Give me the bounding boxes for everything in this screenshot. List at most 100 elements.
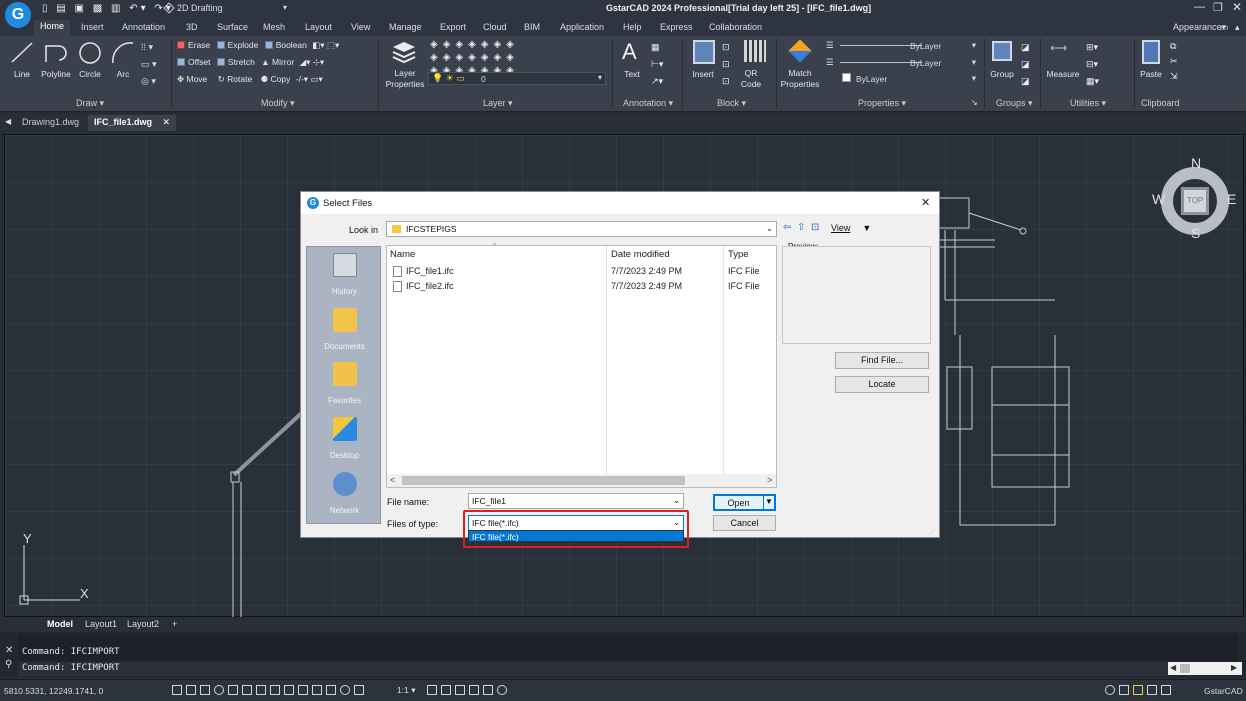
groups-panel-title[interactable]: Groups ▾ xyxy=(996,98,1033,109)
doc-tab-drawing1[interactable]: Drawing1.dwg xyxy=(22,117,79,127)
scroll-left-icon[interactable]: ◀ xyxy=(1170,663,1176,672)
column-date[interactable]: Date modified xyxy=(611,249,670,260)
annotation-panel-title[interactable]: Annotation ▾ xyxy=(623,98,673,109)
zoom-icon[interactable] xyxy=(340,684,350,695)
close-button[interactable]: ✕ xyxy=(1232,0,1242,14)
tab-insert[interactable]: Insert xyxy=(81,22,104,32)
status-tools[interactable] xyxy=(425,684,509,695)
tab-help[interactable]: Help xyxy=(623,22,642,32)
modify-panel-title[interactable]: Modify ▾ xyxy=(261,98,295,109)
annotation-tool-icons[interactable]: ▦ ⊢▾ ↗▾ xyxy=(651,39,663,90)
doc-tab-ifc-file1[interactable]: IFC_file1.dwg ✕ xyxy=(88,115,177,131)
layer-panel-title[interactable]: Layer ▾ xyxy=(483,98,513,109)
rotate-button[interactable]: ↻ Rotate xyxy=(218,74,253,84)
modify-extra-2[interactable]: ◢▾ ⊹▾ xyxy=(300,57,325,67)
hardware-accel-icon[interactable] xyxy=(469,684,479,695)
text-button[interactable]: Text xyxy=(618,69,646,79)
open-dropdown-icon[interactable]: ▼ xyxy=(763,495,774,509)
layout-tab-layout2[interactable]: Layout2 xyxy=(127,619,159,629)
close-tab-icon[interactable]: ✕ xyxy=(163,117,171,127)
look-in-select[interactable]: IFCSTEPIGS ⌄ xyxy=(386,221,777,237)
group-tool-icons[interactable]: ◪ ◪ ◪ xyxy=(1021,39,1030,90)
match-properties-button[interactable]: Match Properties xyxy=(778,68,822,90)
lightbulb-icon[interactable] xyxy=(1133,684,1143,695)
modify-extra-1[interactable]: ◧▾ ⬚▾ xyxy=(312,40,339,50)
utility-tool-icons[interactable]: ⊞▾ ⊟▾ ▦▾ xyxy=(1086,39,1099,90)
workspace-dropdown-icon[interactable]: ▾ xyxy=(283,3,287,12)
measure-button[interactable]: Measure xyxy=(1044,69,1082,79)
dyn-icon[interactable] xyxy=(270,684,280,695)
tab-cloud[interactable]: Cloud xyxy=(483,22,507,32)
tab-bim[interactable]: BIM xyxy=(524,22,540,32)
tab-mesh[interactable]: Mesh xyxy=(263,22,285,32)
place-desktop[interactable]: Desktop xyxy=(307,417,382,460)
fullscreen-icon[interactable] xyxy=(1161,684,1171,695)
hscroll-thumb[interactable] xyxy=(402,476,685,485)
insert-button[interactable]: Insert xyxy=(688,69,718,79)
properties-expand-icon[interactable]: ↘ xyxy=(971,98,978,107)
add-layout-button[interactable]: + xyxy=(172,619,177,629)
explode-button[interactable]: Explode xyxy=(216,40,258,50)
lineweight-select[interactable]: ByLayer ▾ xyxy=(826,73,978,85)
ducs-icon[interactable] xyxy=(256,684,266,695)
tab-layout[interactable]: Layout xyxy=(305,22,332,32)
lock-icon[interactable] xyxy=(441,684,451,695)
help-icon[interactable]: ▴ xyxy=(1235,22,1240,33)
erase-button[interactable]: Erase xyxy=(177,40,210,50)
command-input[interactable]: Command: IFCIMPORT xyxy=(18,662,1168,676)
workspace-switch-icon[interactable] xyxy=(427,684,437,695)
tray-icons[interactable] xyxy=(1103,684,1173,695)
modify-extra-3[interactable]: -/-▾ ▭▾ xyxy=(296,74,323,84)
viewport-icon[interactable] xyxy=(354,684,364,695)
tab-collaboration[interactable]: Collaboration xyxy=(709,22,762,32)
mirror-button[interactable]: ▲ Mirror xyxy=(261,57,294,67)
dialog-close-button[interactable]: ✕ xyxy=(921,196,930,209)
stretch-button[interactable]: Stretch xyxy=(216,57,255,67)
tab-express[interactable]: Express xyxy=(660,22,693,32)
draw-more-icons[interactable]: ⁞⁞ ▾ ▭ ▾ ◎ ▾ xyxy=(141,39,157,90)
tab-application[interactable]: Application xyxy=(560,22,604,32)
isolate-icon[interactable] xyxy=(455,684,465,695)
view-menu[interactable]: View ▼ xyxy=(831,223,871,233)
block-panel-title[interactable]: Block ▾ xyxy=(717,98,746,109)
utilities-panel-title[interactable]: Utilities ▾ xyxy=(1070,98,1106,109)
layer-tray-icon[interactable] xyxy=(1119,684,1129,695)
draw-panel-title[interactable]: Draw ▾ xyxy=(76,98,104,109)
column-type[interactable]: Type xyxy=(728,249,749,260)
new-folder-button[interactable]: ⊡ xyxy=(811,222,819,233)
back-button[interactable]: ⇦ xyxy=(783,222,791,233)
drafting-toggles[interactable] xyxy=(170,684,366,695)
tab-view[interactable]: View xyxy=(351,22,370,32)
circle-button[interactable]: Circle xyxy=(76,69,104,79)
hscroll-left-icon[interactable]: < xyxy=(390,475,395,485)
app-logo-icon[interactable]: G xyxy=(5,2,31,28)
place-network[interactable]: Network xyxy=(307,472,382,515)
appearance-menu[interactable]: Appearance▾ xyxy=(1173,22,1226,33)
column-name[interactable]: Name xyxy=(390,249,415,260)
file-row[interactable]: IFC_file2.ifc 7/7/2023 2:49 PM IFC File xyxy=(387,280,776,295)
minimize-button[interactable]: — xyxy=(1194,1,1205,13)
selection-cycling-icon[interactable] xyxy=(312,684,322,695)
clipboard-tool-icons[interactable]: ⧉ ✂ ⇲ xyxy=(1170,39,1178,84)
paste-button[interactable]: Paste xyxy=(1136,69,1166,79)
monitor-icon[interactable] xyxy=(1147,684,1157,695)
file-list[interactable]: ^ Name Date modified Type IFC_file1.ifc … xyxy=(386,243,777,488)
layer-select[interactable]: 💡 ☀ ▭ 0 ▾ xyxy=(428,72,606,85)
tab-home[interactable]: Home xyxy=(34,20,71,36)
open-button[interactable]: Open ▼ xyxy=(713,494,776,511)
annotation-scale[interactable]: 1:1 ▾ xyxy=(397,685,415,696)
layout-tab-model[interactable]: Model xyxy=(47,619,73,629)
ortho-icon[interactable] xyxy=(200,684,210,695)
workspace-select[interactable]: 2D Drafting xyxy=(177,3,223,13)
annotation-visibility-icon[interactable] xyxy=(326,684,336,695)
transparency-icon[interactable] xyxy=(298,684,308,695)
doc-scroll-left-icon[interactable]: ◀ xyxy=(5,117,11,126)
place-documents[interactable]: Documents xyxy=(307,308,382,351)
line-button[interactable]: Line xyxy=(8,69,36,79)
resize-grip-icon[interactable]: ⋰ xyxy=(929,528,936,536)
settings-icon[interactable] xyxy=(1105,684,1115,695)
tab-surface[interactable]: Surface xyxy=(217,22,248,32)
snap-icon[interactable] xyxy=(186,684,196,695)
polar-icon[interactable] xyxy=(214,684,224,695)
grid-icon[interactable] xyxy=(172,684,182,695)
